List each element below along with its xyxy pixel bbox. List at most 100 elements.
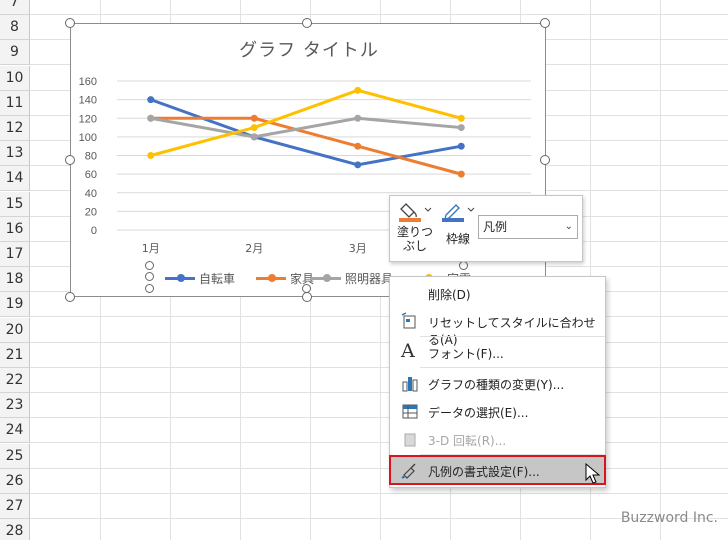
menu-item-change-chart-type[interactable]: グラフの種類の変更(Y)... xyxy=(390,370,605,396)
y-tick-label: 20 xyxy=(85,206,97,218)
legend-label: 自転車 xyxy=(199,272,236,286)
row-header-21[interactable]: 21 xyxy=(0,342,30,368)
row-header-28[interactable]: 28 xyxy=(0,519,30,540)
fill-button[interactable]: 塗りつ ぶし xyxy=(396,200,434,253)
row-header-7[interactable]: 7 xyxy=(0,0,30,15)
resize-handle-top-left[interactable] xyxy=(65,18,75,28)
menu-item-label: フォント(F)... xyxy=(428,347,504,361)
row-header-19[interactable]: 19 xyxy=(0,292,30,318)
data-point[interactable] xyxy=(457,114,465,122)
data-point[interactable] xyxy=(457,142,465,150)
resize-handle-bottom-left[interactable] xyxy=(65,292,75,302)
legend-label: 照明器具 xyxy=(345,272,394,286)
data-point[interactable] xyxy=(147,96,155,104)
gridline xyxy=(30,417,728,419)
resize-handle-right[interactable] xyxy=(540,155,550,165)
data-point[interactable] xyxy=(354,161,362,169)
row-header-26[interactable]: 26 xyxy=(0,468,30,494)
row-header-13[interactable]: 13 xyxy=(0,141,30,167)
outline-label: 枠線 xyxy=(445,232,470,246)
data-point[interactable] xyxy=(457,124,465,132)
menu-item-label: 削除(D) xyxy=(428,288,471,302)
row-header-23[interactable]: 23 xyxy=(0,393,30,419)
watermark: Buzzword Inc. xyxy=(620,510,718,526)
data-point[interactable] xyxy=(457,170,465,178)
row-header-17[interactable]: 17 xyxy=(0,242,30,267)
font-icon: A xyxy=(401,340,415,362)
y-tick-label: 80 xyxy=(85,151,97,163)
row-header-20[interactable]: 20 xyxy=(0,317,30,343)
legend-handle-bottom[interactable] xyxy=(302,284,311,293)
data-point[interactable] xyxy=(250,133,258,141)
row-header-16[interactable]: 16 xyxy=(0,216,30,242)
legend-handle-top-right[interactable] xyxy=(459,261,468,270)
y-tick-label: 140 xyxy=(79,95,97,107)
menu-item-select-data[interactable]: データの選択(E)... xyxy=(390,398,605,424)
legend-swatch-dot xyxy=(177,274,185,282)
resize-handle-top-right[interactable] xyxy=(540,18,550,28)
row-header-11[interactable]: 11 xyxy=(0,90,30,116)
fill-label-line2: ぶし xyxy=(402,239,427,253)
menu-item-3d-rotation: 3-D 回転(R)... xyxy=(390,426,605,452)
row-header-8[interactable]: 8 xyxy=(0,15,30,41)
data-point[interactable] xyxy=(354,142,362,150)
3d-rotation-icon xyxy=(404,433,416,447)
row-header-25[interactable]: 25 xyxy=(0,443,30,469)
fill-label-line1: 塗りつ xyxy=(396,225,434,239)
row-header-12[interactable]: 12 xyxy=(0,116,30,141)
y-tick-label: 160 xyxy=(79,76,97,88)
mini-toolbar: 塗りつ ぶし 枠線 凡例 ⌄ xyxy=(389,195,583,262)
gridline xyxy=(30,316,728,318)
y-tick-label: 60 xyxy=(85,169,97,181)
resize-handle-left[interactable] xyxy=(65,155,75,165)
resize-handle-top[interactable] xyxy=(302,18,312,28)
legend-handle-bottom-left[interactable] xyxy=(145,284,154,293)
chevron-down-icon: ⌄ xyxy=(564,221,573,232)
data-point[interactable] xyxy=(147,114,155,122)
menu-item-reset-style[interactable]: リセットしてスタイルに合わせる(A) xyxy=(390,308,605,347)
row-header-18[interactable]: 18 xyxy=(0,267,30,293)
data-point[interactable] xyxy=(250,124,258,132)
legend-handle-left[interactable] xyxy=(145,272,154,281)
x-tick-label: 2月 xyxy=(245,242,263,255)
y-tick-label: 40 xyxy=(85,188,97,200)
data-point[interactable] xyxy=(354,86,362,94)
row-header-15[interactable]: 15 xyxy=(0,191,30,217)
chart-element-select[interactable]: 凡例 ⌄ xyxy=(478,215,578,239)
gridline xyxy=(30,467,728,469)
data-point[interactable] xyxy=(147,152,155,159)
y-tick-label: 0 xyxy=(91,225,97,237)
data-point[interactable] xyxy=(250,114,258,122)
chart-element-select-value: 凡例 xyxy=(483,220,508,234)
context-menu: 削除(D) リセットしてスタイルに合わせる(A) A フォント(F)... グラ… xyxy=(389,276,606,488)
menu-item-delete[interactable]: 削除(D) xyxy=(390,280,605,306)
legend-handle-top-left[interactable] xyxy=(145,261,154,270)
gridline xyxy=(30,392,728,393)
mouse-cursor-icon xyxy=(585,463,601,484)
row-header-27[interactable]: 27 xyxy=(0,494,30,519)
column-gridline xyxy=(660,0,661,540)
series-line-照明器具[interactable] xyxy=(150,116,462,139)
x-tick-label: 1月 xyxy=(142,242,160,255)
menu-item-font[interactable]: A フォント(F)... xyxy=(390,339,605,365)
legend-swatch-dot xyxy=(323,274,331,282)
row-header-22[interactable]: 22 xyxy=(0,368,30,393)
menu-item-label: 凡例の書式設定(F)... xyxy=(428,465,540,479)
gridline xyxy=(30,442,728,444)
row-header-9[interactable]: 9 xyxy=(0,40,30,66)
row-header-24[interactable]: 24 xyxy=(0,418,30,444)
gridline xyxy=(30,366,728,368)
row-header-14[interactable]: 14 xyxy=(0,166,30,192)
format-paint-icon xyxy=(401,463,416,479)
data-point[interactable] xyxy=(354,114,362,122)
x-tick-label: 3月 xyxy=(349,242,367,255)
gridline xyxy=(30,492,728,494)
menu-item-format-legend[interactable]: 凡例の書式設定(F)... xyxy=(389,455,606,485)
y-tick-label: 120 xyxy=(79,113,97,125)
legend-swatch-dot xyxy=(268,274,276,282)
select-data-icon xyxy=(402,404,418,419)
resize-handle-bottom[interactable] xyxy=(302,292,312,302)
menu-item-label: グラフの種類の変更(Y)... xyxy=(428,378,565,392)
outline-button[interactable]: 枠線 xyxy=(440,200,476,246)
row-header-10[interactable]: 10 xyxy=(0,65,30,91)
